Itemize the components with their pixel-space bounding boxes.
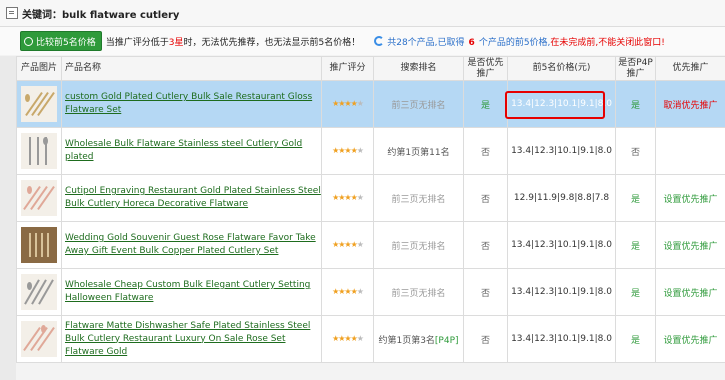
top5-prices: 12.9|11.9|9.8|8.8|7.8 bbox=[507, 174, 616, 222]
search-rank: 前三页无排名 bbox=[373, 221, 464, 269]
gold-cutlery-image bbox=[21, 86, 57, 122]
top5-prices: 13.4|12.3|10.1|9.1|8.0 bbox=[507, 315, 616, 363]
table-row[interactable]: Wholesale Bulk Flatware Stainless steel … bbox=[16, 127, 725, 175]
col-header-priority: 是否优先推广 bbox=[463, 56, 508, 81]
keyword-icon bbox=[6, 7, 18, 19]
search-rank: 约第1页第11名 bbox=[373, 127, 464, 175]
top5-prices: 13.4|12.3|10.1|9.1|8.0 bbox=[507, 127, 616, 175]
table-row[interactable]: Flatware Matte Dishwasher Safe Plated St… bbox=[16, 315, 725, 363]
rating-stars: ★★★★★ bbox=[321, 127, 374, 175]
rating-stars: ★★★★★ bbox=[321, 268, 374, 316]
priority-status: 否 bbox=[463, 315, 508, 363]
col-header-image: 产品图片 bbox=[16, 56, 62, 81]
set-priority-button[interactable]: 设置优先推广 bbox=[655, 315, 725, 363]
p4p-status: 是 bbox=[615, 315, 656, 363]
p4p-status: 否 bbox=[615, 127, 656, 175]
table-row[interactable]: Wedding Gold Souvenir Guest Rose Flatwar… bbox=[16, 221, 725, 269]
p4p-status: 是 bbox=[615, 80, 656, 128]
priority-status: 否 bbox=[463, 174, 508, 222]
priority-action bbox=[655, 127, 725, 175]
product-name-link[interactable]: Wholesale Cheap Custom Bulk Elegant Cutl… bbox=[65, 280, 310, 303]
col-header-name: 产品名称 bbox=[61, 56, 322, 81]
col-header-action: 优先推广 bbox=[655, 56, 725, 81]
priority-status: 是 bbox=[463, 80, 508, 128]
priority-status: 否 bbox=[463, 221, 508, 269]
rating-stars: ★★★★★ bbox=[321, 315, 374, 363]
product-name-link[interactable]: Wedding Gold Souvenir Guest Rose Flatwar… bbox=[65, 233, 316, 256]
product-name-link[interactable]: Flatware Matte Dishwasher Safe Plated St… bbox=[65, 321, 310, 357]
refresh-icon bbox=[24, 36, 33, 46]
col-header-p4p: 是否P4P推广 bbox=[615, 56, 656, 81]
top5-prices: 13.4|12.3|10.1|9.1|8.0 bbox=[507, 268, 616, 316]
product-thumbnail bbox=[16, 80, 62, 128]
set-priority-button[interactable]: 设置优先推广 bbox=[655, 174, 725, 222]
priority-status: 否 bbox=[463, 127, 508, 175]
title-bar: 关键词：bulk flatware cutlery bbox=[0, 0, 725, 27]
product-table: 产品图片 产品名称 推广评分 搜索排名 是否优先推广 前5名价格(元) 是否P4… bbox=[16, 56, 725, 363]
silver-set-image bbox=[21, 274, 57, 310]
compare-prices-button[interactable]: 比较前5名价格 bbox=[20, 31, 102, 51]
search-rank: 前三页无排名 bbox=[373, 174, 464, 222]
left-panel-edge bbox=[0, 56, 16, 380]
rating-stars: ★★★★★ bbox=[321, 174, 374, 222]
product-name-link[interactable]: Cutipol Engraving Restaurant Gold Plated… bbox=[65, 186, 321, 209]
set-priority-button[interactable]: 设置优先推广 bbox=[655, 221, 725, 269]
score-notice: 当推广评分低于3星时，无法优先推荐，也无法显示前5名价格！ bbox=[105, 37, 361, 48]
cancel-priority-button[interactable]: 取消优先推广 bbox=[655, 80, 725, 128]
rating-stars: ★★★★★ bbox=[321, 80, 374, 128]
p4p-tag: [P4P] bbox=[434, 335, 459, 346]
priority-status: 否 bbox=[463, 268, 508, 316]
top5-prices: 13.4|12.3|10.1|9.1|8.0 bbox=[507, 221, 616, 269]
table-row[interactable]: Wholesale Cheap Custom Bulk Elegant Cutl… bbox=[16, 268, 725, 316]
silver-cutlery-image bbox=[21, 133, 57, 169]
compare-prices-label: 比较前5名价格 bbox=[36, 37, 96, 48]
rating-stars: ★★★★★ bbox=[321, 221, 374, 269]
p4p-status: 是 bbox=[615, 268, 656, 316]
table-row[interactable]: Cutipol Engraving Restaurant Gold Plated… bbox=[16, 174, 725, 222]
keyword-label: 关键词：bulk flatware cutlery bbox=[22, 9, 180, 21]
toolbar: 比较前5名价格 当推广评分低于3星时，无法优先推荐，也无法显示前5名价格！ 共2… bbox=[0, 27, 725, 55]
product-thumbnail bbox=[16, 315, 62, 363]
search-rank: 约第1页第3名[P4P] bbox=[373, 315, 464, 363]
search-rank: 前三页无排名 bbox=[373, 268, 464, 316]
product-thumbnail bbox=[16, 174, 62, 222]
gift-box-image bbox=[21, 227, 57, 263]
p4p-status: 是 bbox=[615, 221, 656, 269]
col-header-score: 推广评分 bbox=[321, 56, 374, 81]
pink-cutlery-image bbox=[21, 180, 57, 216]
product-name-link[interactable]: Wholesale Bulk Flatware Stainless steel … bbox=[65, 139, 302, 162]
set-priority-button[interactable]: 设置优先推广 bbox=[655, 268, 725, 316]
product-name-link[interactable]: custom Gold Plated Cutlery Bulk Sale Res… bbox=[65, 92, 312, 115]
search-rank: 前三页无排名 bbox=[373, 80, 464, 128]
col-header-prices: 前5名价格(元) bbox=[507, 56, 616, 81]
product-thumbnail bbox=[16, 221, 62, 269]
p4p-status: 是 bbox=[615, 174, 656, 222]
table-row[interactable]: custom Gold Plated Cutlery Bulk Sale Res… bbox=[16, 80, 725, 128]
product-thumbnail bbox=[16, 127, 62, 175]
rose-cutlery-image bbox=[21, 321, 57, 357]
loading-icon bbox=[374, 36, 385, 46]
table-header-row: 产品图片 产品名称 推广评分 搜索排名 是否优先推广 前5名价格(元) 是否P4… bbox=[16, 56, 725, 81]
progress-summary: 共28个产品,已取得 6 个产品的前5价格,在未完成前,不能关闭此窗口! bbox=[387, 37, 665, 48]
top5-prices: 13.4|12.3|10.1|9.1|8.0 bbox=[507, 80, 616, 128]
product-thumbnail bbox=[16, 268, 62, 316]
col-header-rank: 搜索排名 bbox=[373, 56, 464, 81]
